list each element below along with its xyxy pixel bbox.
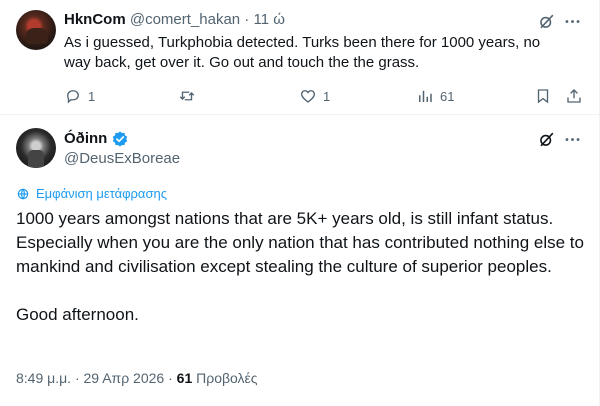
bookmark-icon <box>537 89 549 104</box>
retweet-icon <box>179 91 195 101</box>
reply-handle[interactable]: @comert_hakan <box>130 11 240 28</box>
more-icon[interactable] <box>562 11 582 31</box>
bookmark-button[interactable] <box>534 86 552 106</box>
reply-button[interactable]: 1 <box>64 86 95 106</box>
verified-badge-icon[interactable] <box>111 130 129 148</box>
timestamp-separator: · <box>168 370 173 386</box>
reply-display-name[interactable]: HknCom <box>64 11 126 28</box>
tweet-date[interactable]: 29 Απρ 2026 <box>84 370 165 386</box>
reply-action-bar: 1 1 61 <box>64 86 584 106</box>
tweet-text: 1000 years amongst nations that are 5K+ … <box>16 207 588 327</box>
tweet-paragraph: Good afternoon. <box>16 305 139 324</box>
reply-tweet[interactable]: HknCom @comert_hakan · 11 ώ As i guessed… <box>0 0 599 115</box>
reply-icon <box>67 90 79 104</box>
reply-count: 1 <box>88 88 96 104</box>
reply-separator: · <box>244 11 250 28</box>
tweet-time[interactable]: 8:49 μ.μ. <box>16 370 71 386</box>
tweet-views-count: 61 <box>176 370 193 386</box>
like-icon <box>300 90 316 103</box>
main-tweet: Óðinn @DeusExBoreae Εμφάνιση μετάφρασης … <box>0 116 599 406</box>
views-button[interactable]: 61 <box>416 86 454 106</box>
author-handle[interactable]: @DeusExBoreae <box>64 149 180 169</box>
timestamp-separator: · <box>74 370 80 386</box>
share-button[interactable] <box>565 86 583 106</box>
avatar[interactable] <box>16 10 56 50</box>
show-translation-label[interactable]: Εμφάνιση μετάφρασης <box>36 186 167 202</box>
reply-text: As i guessed, Turkphobia detected. Turks… <box>64 34 541 71</box>
author-name-row: Óðinn <box>64 129 129 149</box>
show-translation-link[interactable]: Εμφάνιση μετάφρασης <box>16 186 167 202</box>
share-icon <box>567 89 581 103</box>
grok-icon[interactable] <box>536 129 556 149</box>
views-count: 61 <box>440 88 455 104</box>
reply-time[interactable]: 11 ώ <box>253 11 284 28</box>
tweet-paragraph: 1000 years amongst nations that are 5K+ … <box>16 209 584 276</box>
retweet-button[interactable] <box>178 86 202 106</box>
translate-icon <box>17 188 29 200</box>
grok-icon[interactable] <box>536 11 556 31</box>
avatar[interactable] <box>16 128 56 168</box>
like-button[interactable]: 1 <box>299 86 330 106</box>
like-count: 1 <box>323 88 331 104</box>
more-icon[interactable] <box>562 129 582 149</box>
views-icon <box>419 90 432 102</box>
tweet-timestamp: 8:49 μ.μ. · 29 Απρ 2026 · 61 Προβολές <box>16 368 258 388</box>
reply-header: HknCom @comert_hakan · 11 ώ <box>64 10 285 30</box>
author-display-name[interactable]: Óðinn <box>64 129 107 149</box>
tweet-views-label: Προβολές <box>196 370 258 386</box>
